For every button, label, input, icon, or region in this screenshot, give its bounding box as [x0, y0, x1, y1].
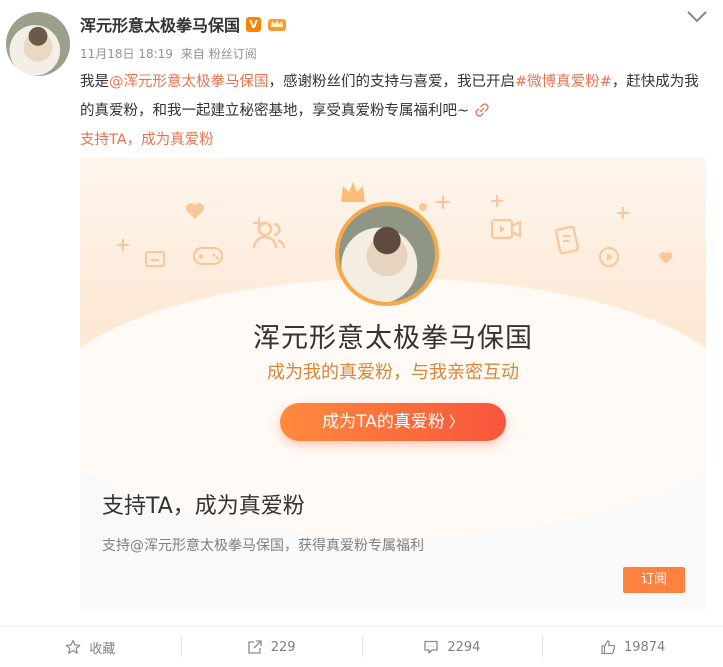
post-source: 粉丝订阅 — [208, 47, 257, 61]
heart-icon — [659, 252, 673, 264]
favorite-label: 收藏 — [89, 641, 116, 657]
post-date[interactable]: 11月18日 18:19 — [80, 47, 173, 61]
comment-count: 2294 — [447, 639, 481, 655]
card-subtitle: 成为我的真爱粉，与我亲密互动 — [267, 362, 519, 383]
like-button[interactable]: 19874 — [542, 627, 723, 667]
card-avatar-frame — [327, 188, 451, 312]
plus-icon — [617, 207, 629, 219]
author-mention-link[interactable]: @浑元形意太极拳马保国 — [109, 74, 269, 90]
link-icon — [475, 103, 489, 117]
thumbs-up-icon — [601, 640, 616, 655]
action-bar: 收藏 229 2294 19874 — [0, 626, 723, 667]
post-header: 浑元形意太极拳马保国 V — [80, 12, 287, 36]
source-prefix: 来自 — [180, 47, 205, 61]
author-name[interactable]: 浑元形意太极拳马保国 — [80, 12, 240, 36]
card-title: 浑元形意太极拳马保国 — [253, 323, 533, 354]
plus-icon — [117, 239, 129, 251]
card-footer-title: 支持TA，成为真爱粉 — [102, 494, 305, 519]
hashtag-link[interactable]: #微博真爱粉# — [515, 74, 612, 90]
repost-count: 229 — [270, 639, 296, 655]
card-avatar[interactable] — [335, 202, 439, 306]
card-banner: 浑元形意太极拳马保国 成为我的真爱粉，与我亲密互动 成为TA的真爱粉〉 — [80, 158, 706, 538]
text-prefix: 我是 — [80, 74, 109, 90]
envelope-icon — [145, 251, 165, 267]
heart-icon — [186, 203, 204, 219]
author-avatar[interactable] — [6, 12, 70, 76]
repost-icon — [248, 640, 262, 654]
card-footer-desc: 支持@浑元形意太极拳马保国，获得真爱粉专属福利 — [102, 538, 424, 554]
star-icon — [65, 639, 81, 654]
post-meta: 11月18日 18:19 来自 粉丝订阅 — [80, 45, 261, 62]
text-middle: ，感谢粉丝们的支持与喜爱，我已开启 — [268, 74, 516, 90]
users-icon — [252, 221, 286, 249]
repost-button[interactable]: 229 — [180, 627, 362, 667]
favorite-button[interactable]: 收藏 — [0, 627, 181, 667]
video-icon — [490, 218, 522, 240]
fan-card[interactable]: 浑元形意太极拳马保国 成为我的真爱粉，与我亲密互动 成为TA的真爱粉〉 支持TA… — [80, 158, 706, 609]
post-text: 我是@浑元形意太极拳马保国，感谢粉丝们的支持与喜爱，我已开启#微博真爱粉#，赶快… — [80, 68, 710, 155]
play-circle-icon — [599, 247, 619, 267]
support-link[interactable]: 支持TA，成为真爱粉 — [80, 132, 214, 148]
comment-button[interactable]: 2294 — [361, 627, 543, 667]
become-fan-button[interactable]: 成为TA的真爱粉〉 — [280, 403, 506, 441]
plus-icon — [491, 195, 503, 207]
comment-icon — [424, 640, 438, 654]
chevron-right-icon: 〉 — [448, 413, 464, 431]
like-count: 19874 — [623, 639, 666, 655]
subscribe-button[interactable]: 订阅 — [623, 567, 685, 593]
fan-crown-icon — [268, 19, 287, 31]
gamepad-icon — [192, 246, 224, 266]
chevron-down-icon[interactable] — [685, 10, 709, 24]
note-icon — [554, 226, 580, 255]
cta-label: 成为TA的真爱粉 — [322, 412, 445, 432]
verified-badge: V — [246, 16, 262, 32]
